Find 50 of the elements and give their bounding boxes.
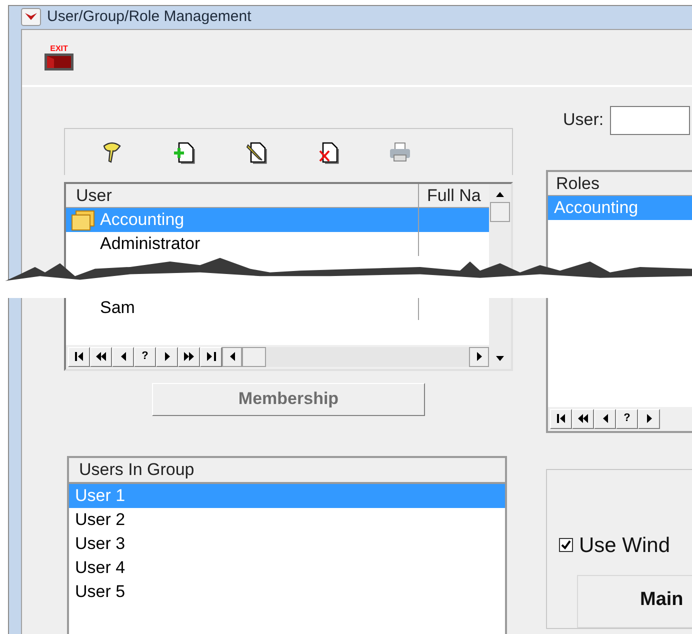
find-button[interactable]: ? xyxy=(134,346,156,366)
left-arrow-icon xyxy=(120,352,126,361)
list-item[interactable]: User 3 xyxy=(69,532,505,556)
nav-button[interactable] xyxy=(112,346,134,366)
column-header[interactable]: Full Na xyxy=(419,184,489,206)
nav-button[interactable] xyxy=(90,346,112,366)
nav-button[interactable] xyxy=(68,346,90,366)
right-arrow-icon xyxy=(476,352,482,361)
nav-button[interactable] xyxy=(200,346,222,366)
nav-button[interactable] xyxy=(594,408,616,428)
folder-icon xyxy=(70,208,96,230)
app-icon xyxy=(21,8,41,26)
scroll-thumb[interactable] xyxy=(242,346,266,366)
user-input[interactable] xyxy=(610,106,690,134)
double-left-arrow-icon xyxy=(96,352,106,361)
user-row[interactable]: Administrator xyxy=(66,232,489,256)
right-arrow-icon xyxy=(646,414,652,423)
horizontal-scrollbar[interactable] xyxy=(222,346,489,366)
left-arrow-icon xyxy=(230,352,234,361)
column-header[interactable]: User xyxy=(66,184,419,206)
left-arrow-icon xyxy=(602,414,608,423)
first-record-icon xyxy=(74,352,84,361)
scroll-down-arrow-icon[interactable] xyxy=(496,356,504,360)
right-arrow-icon xyxy=(164,352,170,361)
printer-icon xyxy=(388,140,412,164)
checkbox-label: Use Wind xyxy=(579,532,670,558)
checkbox[interactable] xyxy=(559,538,573,552)
column-header[interactable]: Roles xyxy=(548,172,692,196)
list-header: Users In Group xyxy=(69,458,505,484)
nav-button[interactable] xyxy=(638,408,660,428)
window-title: User/Group/Role Management xyxy=(47,7,252,27)
scroll-up-arrow-icon[interactable] xyxy=(496,192,504,196)
add-document-icon xyxy=(172,140,196,164)
first-record-icon xyxy=(556,414,566,423)
double-right-arrow-icon xyxy=(184,352,194,361)
nav-button[interactable] xyxy=(550,408,572,428)
last-record-icon xyxy=(206,352,216,361)
double-left-arrow-icon xyxy=(578,414,588,423)
membership-button[interactable]: Membership xyxy=(152,382,425,416)
user-label: User: xyxy=(563,109,604,132)
list-item[interactable]: User 5 xyxy=(69,580,505,604)
list-item[interactable]: User 4 xyxy=(69,556,505,580)
nav-button[interactable] xyxy=(156,346,178,366)
edit-document-icon xyxy=(244,140,268,164)
scroll-thumb[interactable] xyxy=(490,202,510,222)
nav-button[interactable] xyxy=(178,346,200,366)
nav-button[interactable] xyxy=(572,408,594,428)
main-heading: Main xyxy=(640,589,684,610)
find-button[interactable]: ? xyxy=(616,408,638,428)
list-item[interactable]: User 2 xyxy=(69,508,505,532)
